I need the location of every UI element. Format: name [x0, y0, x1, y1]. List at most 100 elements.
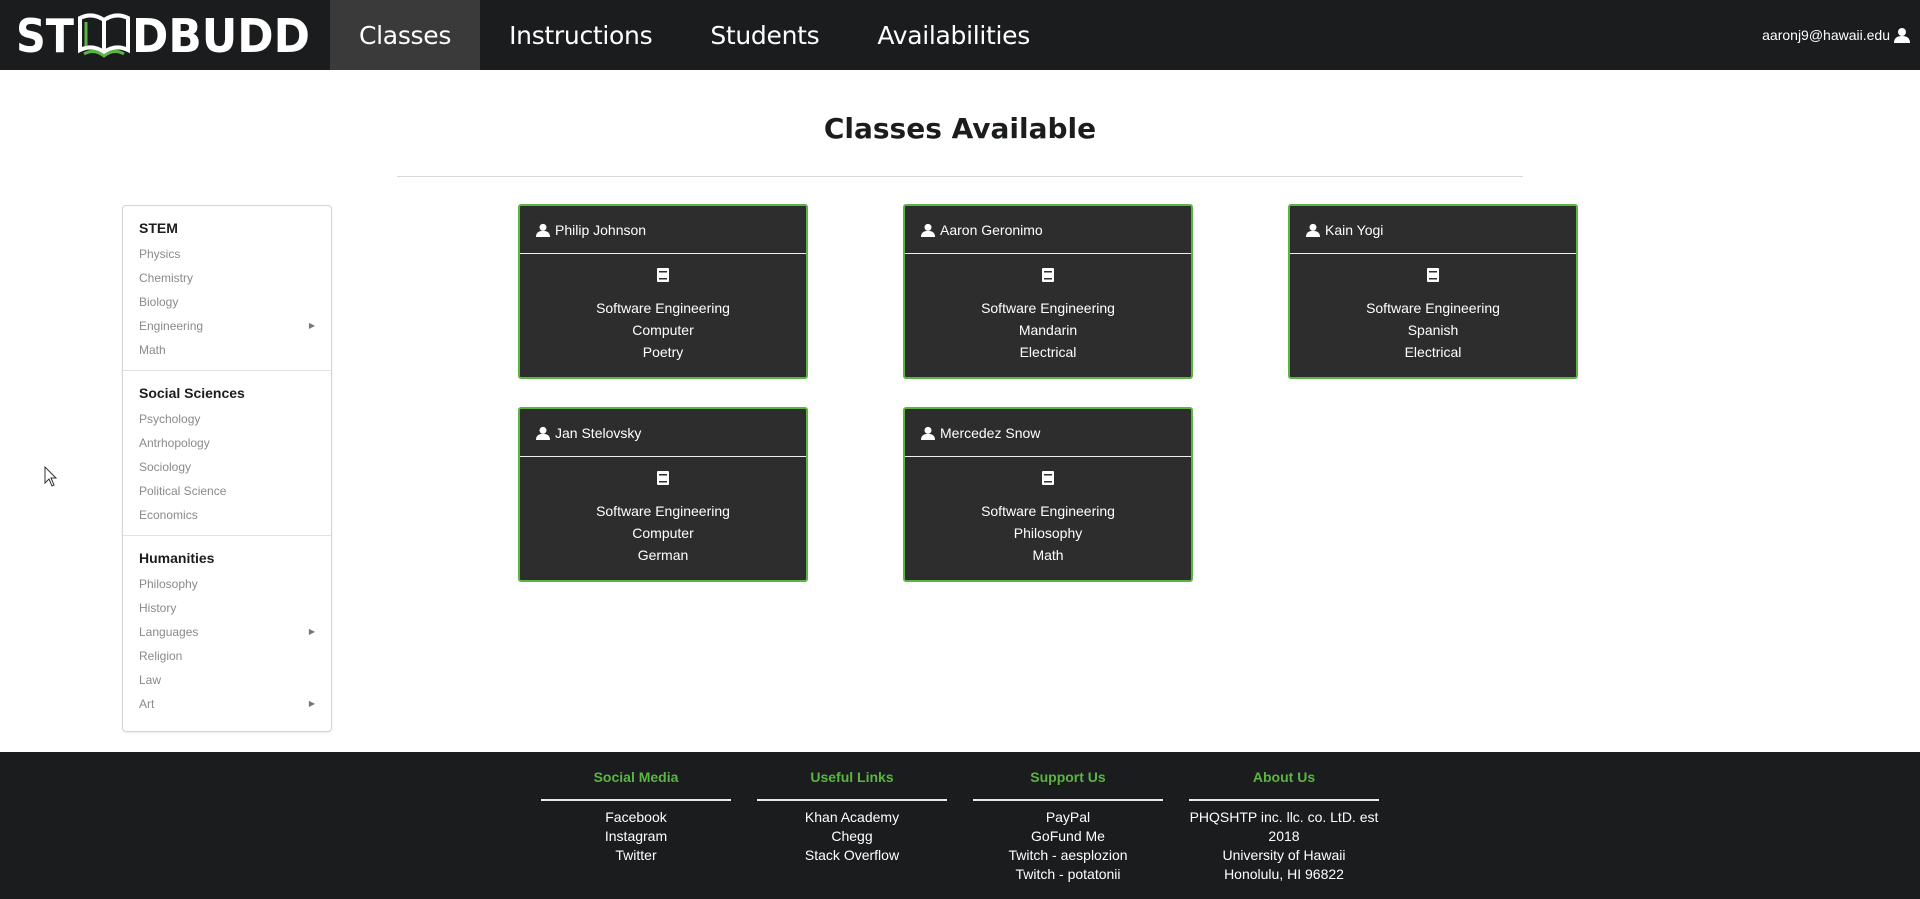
sidebar-item-art[interactable]: Art ▶ [139, 692, 315, 716]
footer-col-title: Social Media [593, 769, 679, 785]
footer-col-title: About Us [1252, 769, 1316, 785]
sidebar-item-label: Biology [139, 295, 179, 309]
nav-tab-classes[interactable]: Classes [330, 0, 481, 70]
sidebar-item-political-science[interactable]: Political Science [139, 479, 315, 503]
footer-link-twitch-aesplozion[interactable]: Twitch - aesplozion [973, 846, 1163, 865]
instructor-card[interactable]: Jan Stelovsky Software Engineering Compu… [518, 407, 808, 582]
sidebar-item-religion[interactable]: Religion [139, 644, 315, 668]
sidebar-item-economics[interactable]: Economics [139, 503, 315, 527]
instructor-name: Aaron Geronimo [940, 221, 1043, 238]
footer-col-title: Support Us [1030, 769, 1106, 785]
sidebar-item-label: Antrhopology [139, 436, 210, 450]
user-icon [921, 426, 935, 440]
footer-link-twitch-potatonii[interactable]: Twitch - potatonii [973, 865, 1163, 884]
footer-link-khan-academy[interactable]: Khan Academy [757, 808, 947, 827]
sidebar-item-label: Religion [139, 649, 183, 663]
footer-link-paypal[interactable]: PayPal [973, 808, 1163, 827]
class-subject: Computer [632, 525, 694, 541]
category-title: STEM [139, 220, 178, 236]
mouse-cursor-icon [44, 466, 58, 487]
sidebar-item-label: Philosophy [139, 577, 198, 591]
sidebar-item-math[interactable]: Math [139, 338, 315, 362]
sidebar-item-label: Law [139, 673, 162, 687]
about-text-line: Honolulu, HI 96822 [1224, 866, 1344, 882]
sidebar-item-physics[interactable]: Physics [139, 242, 315, 266]
card-body: Software Engineering Philosophy Math [905, 457, 1191, 566]
sidebar-item-biology[interactable]: Biology [139, 290, 315, 314]
sidebar-item-label: Art [139, 697, 155, 711]
instructor-card[interactable]: Kain Yogi Software Engineering Spanish E… [1288, 204, 1578, 379]
footer-divider [541, 799, 731, 801]
instructor-name: Philip Johnson [555, 221, 647, 238]
sidebar-item-label: Economics [139, 508, 198, 522]
studbudd-logo[interactable]: ST DBUDD [0, 0, 330, 70]
class-subject: Mandarin [1018, 322, 1078, 338]
footer-link-instagram[interactable]: Instagram [541, 827, 731, 846]
footer-divider [973, 799, 1163, 801]
footer-link-gofundme[interactable]: GoFund Me [973, 827, 1163, 846]
sidebar-item-philosophy[interactable]: Philosophy [139, 572, 315, 596]
user-icon [921, 223, 935, 237]
sidebar-item-label: Political Science [139, 484, 227, 498]
sidebar-item-psychology[interactable]: Psychology [139, 407, 315, 431]
footer-link-chegg[interactable]: Chegg [757, 827, 947, 846]
sidebar-item-law[interactable]: Law [139, 668, 315, 692]
category-social-sciences: Social Sciences Psychology Antrhopology … [123, 371, 331, 536]
class-subject: Software Engineering [596, 300, 730, 316]
footer-col-social-media: Social Media Facebook Instagram Twitter [541, 766, 731, 865]
sidebar-item-label: Sociology [139, 460, 192, 474]
sidebar-item-languages[interactable]: Languages ▶ [139, 620, 315, 644]
sidebar-item-label: Math [139, 343, 166, 357]
sidebar-item-history[interactable]: History [139, 596, 315, 620]
book-icon [1042, 268, 1054, 282]
instructor-card[interactable]: Philip Johnson Software Engineering Comp… [518, 204, 808, 379]
class-subject: German [637, 547, 689, 563]
class-subject: Software Engineering [981, 503, 1115, 519]
sidebar-item-anthropology[interactable]: Antrhopology [139, 431, 315, 455]
sidebar-item-label: Engineering [139, 319, 204, 333]
sidebar-item-label: Psychology [139, 412, 201, 426]
class-subject: Electrical [1404, 344, 1462, 360]
sidebar-item-label: Chemistry [139, 271, 194, 285]
sidebar-item-label: Languages [139, 625, 199, 639]
user-icon [536, 223, 550, 237]
about-text-line: 2018 [1268, 828, 1300, 844]
footer-divider [757, 799, 947, 801]
category-humanities: Humanities Philosophy History Languages ▶… [123, 536, 331, 724]
sidebar-item-engineering[interactable]: Engineering ▶ [139, 314, 315, 338]
sidebar-item-chemistry[interactable]: Chemistry [139, 266, 315, 290]
instructor-card[interactable]: Aaron Geronimo Software Engineering Mand… [903, 204, 1193, 379]
about-text-line: PHQSHTP inc. llc. co. LtD. est [1189, 809, 1379, 825]
book-logo-icon [78, 13, 130, 58]
caret-right-icon: ▶ [308, 627, 315, 636]
user-icon [1894, 28, 1910, 43]
category-title: Humanities [139, 550, 215, 566]
footer-link-stack-overflow[interactable]: Stack Overflow [757, 846, 947, 865]
instructor-name: Mercedez Snow [940, 424, 1041, 441]
class-subject: Software Engineering [981, 300, 1115, 316]
caret-right-icon: ▶ [308, 699, 315, 708]
nav-tab-instructions[interactable]: Instructions [480, 0, 681, 70]
card-body: Software Engineering Spanish Electrical [1290, 254, 1576, 363]
book-icon [1042, 471, 1054, 485]
logo-image: ST DBUDD [16, 10, 310, 60]
user-menu[interactable]: aaronj9@hawaii.edu [1762, 0, 1910, 70]
card-header: Kain Yogi [1290, 206, 1576, 254]
category-sidebar: STEM Physics Chemistry Biology Engineeri… [122, 205, 332, 732]
instructor-card[interactable]: Mercedez Snow Software Engineering Philo… [903, 407, 1193, 582]
category-title: Social Sciences [139, 385, 245, 401]
footer-link-facebook[interactable]: Facebook [541, 808, 731, 827]
nav-tab-availabilities[interactable]: Availabilities [848, 0, 1059, 70]
nav-tab-students[interactable]: Students [681, 0, 848, 70]
footer-col-title: Useful Links [810, 769, 894, 785]
footer-divider [1189, 799, 1379, 801]
class-subject: Software Engineering [1366, 300, 1500, 316]
class-subject: Spanish [1407, 322, 1459, 338]
footer: Social Media Facebook Instagram Twitter … [0, 752, 1920, 899]
sidebar-item-sociology[interactable]: Sociology [139, 455, 315, 479]
footer-col-about-us: About Us PHQSHTP inc. llc. co. LtD. est … [1189, 766, 1379, 884]
card-header: Jan Stelovsky [520, 409, 806, 457]
footer-link-twitter[interactable]: Twitter [541, 846, 731, 865]
card-body: Software Engineering Computer German [520, 457, 806, 566]
user-icon [536, 426, 550, 440]
